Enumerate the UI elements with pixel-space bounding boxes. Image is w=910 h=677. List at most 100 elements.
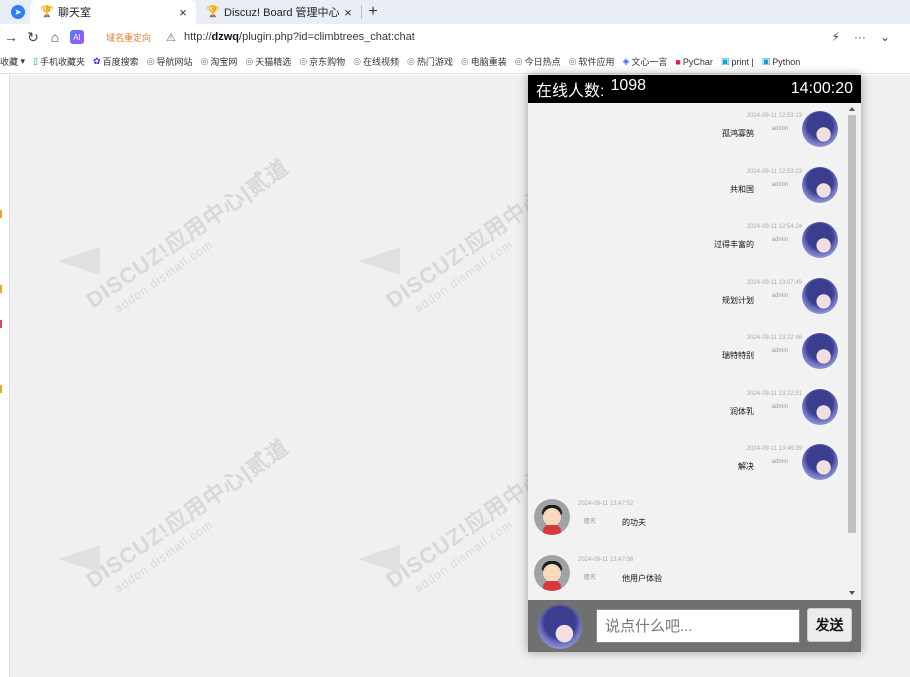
clock: 14:00:20: [790, 80, 853, 97]
message-item: 2024-09-11 12:53:23 admin 共和国: [528, 163, 846, 211]
bookmark-item[interactable]: ▯ 手机收藏夹: [33, 55, 85, 68]
bookmark-item[interactable]: ▣ print |: [721, 56, 754, 67]
baidu-icon: ✿: [93, 56, 101, 66]
bookmark-item[interactable]: ◎ 软件应用: [569, 55, 615, 68]
globe-icon: ◎: [146, 56, 155, 66]
tab-label: 聊天室: [58, 7, 91, 19]
bookmark-item[interactable]: ◈ 文心一言: [622, 55, 667, 68]
bookmark-item[interactable]: ◎ 在线视频: [353, 55, 399, 68]
forward-arrow-icon[interactable]: →: [0, 29, 22, 45]
message-user: 匿名: [584, 575, 597, 581]
watermark-arrow: [58, 247, 100, 275]
message-text: 共和国: [730, 185, 754, 194]
message-item: 2024-09-11 13:47:56 匿名 他用户体验: [528, 551, 846, 599]
close-icon[interactable]: ×: [176, 5, 190, 20]
phone-icon: ▯: [33, 56, 38, 66]
watermark-arrow: [58, 545, 100, 573]
bookmark-item[interactable]: ▣ Python: [762, 56, 801, 67]
chat-window: 在线人数: 1098 14:00:20 2024-09-11 12:53:13 a…: [528, 75, 861, 652]
scroll-down-arrow-icon[interactable]: [849, 591, 855, 595]
bookmark-item[interactable]: ◎ 淘宝网: [200, 55, 237, 68]
reload-icon[interactable]: ↻: [22, 29, 44, 46]
browser-app-icon[interactable]: ➤: [6, 0, 30, 24]
globe-icon: ◎: [245, 56, 254, 66]
watermark-arrow: [358, 247, 400, 275]
message-text: 过得丰富的: [714, 240, 754, 249]
ai-icon[interactable]: AI: [70, 30, 84, 44]
bookmark-item[interactable]: ◎ 今日热点: [515, 55, 561, 68]
bookmark-item[interactable]: ◎ 热门游戏: [407, 55, 453, 68]
message-text: 瑞特特别: [722, 351, 754, 360]
globe-icon: ◎: [460, 56, 469, 66]
chevron-down-icon[interactable]: ⌄: [880, 30, 890, 44]
my-avatar[interactable]: [538, 605, 582, 649]
pycharm-icon: ■: [675, 56, 681, 67]
avatar[interactable]: [802, 278, 838, 314]
more-icon[interactable]: ···: [854, 30, 866, 44]
chat-header: 在线人数: 1098 14:00:20: [528, 75, 861, 103]
bookmark-item[interactable]: ■ PyChar: [675, 57, 712, 67]
avatar[interactable]: [534, 555, 570, 591]
bookmark-item[interactable]: ◎ 天猫精选: [245, 55, 291, 68]
wenxin-icon: ◈: [622, 56, 630, 66]
message-item: 2024-09-11 13:46:39 admin 解决: [528, 440, 846, 488]
message-input[interactable]: [596, 609, 800, 643]
scroll-up-arrow-icon[interactable]: [849, 107, 855, 111]
message-text: 他用户体验: [622, 574, 662, 583]
message-item: 2024-09-11 12:53:13 admin 孤鸿寡鹄: [528, 107, 846, 155]
trophy-icon: 🏆: [206, 6, 220, 18]
message-text: 解决: [738, 462, 754, 471]
tab-label: Discuz! Board 管理中心: [224, 7, 340, 19]
message-user: admin: [771, 459, 788, 465]
message-text: 的功夫: [622, 518, 646, 527]
message-user: admin: [771, 348, 788, 354]
message-text: 润体乳: [730, 407, 754, 416]
message-time: 2024-09-11 13:47:52: [578, 501, 634, 507]
chat-input-bar: 发送: [528, 600, 861, 652]
send-button[interactable]: 发送: [807, 608, 852, 642]
message-time: 2024-09-11 13:47:56: [578, 557, 634, 563]
message-user: admin: [771, 237, 788, 243]
avatar[interactable]: [802, 444, 838, 480]
home-icon[interactable]: ⌂: [44, 29, 66, 45]
message-item: 2024-09-11 13:22:46 admin 瑞特特别: [528, 329, 846, 377]
message-time: 2024-09-11 13:07:49: [746, 280, 802, 286]
url-field[interactable]: http://dzwq/plugin.php?id=climbtrees_cha…: [184, 31, 415, 43]
edge-marker: [0, 385, 2, 393]
redirect-label[interactable]: 域名重定向: [106, 31, 162, 44]
globe-icon: ◎: [514, 56, 523, 66]
bookmark-item[interactable]: 收藏 ▾: [0, 55, 25, 68]
scroll-thumb[interactable]: [848, 115, 856, 533]
close-icon[interactable]: ×: [341, 5, 355, 20]
globe-icon: ◎: [299, 56, 308, 66]
bookmark-item[interactable]: ◎ 电脑重装: [461, 55, 507, 68]
bilibili-icon: ▣: [720, 56, 730, 66]
message-item: 2024-09-11 12:54:24 admin 过得丰富的: [528, 218, 846, 266]
avatar[interactable]: [802, 389, 838, 425]
edge-marker: [0, 210, 2, 218]
trophy-icon: 🏆: [40, 6, 54, 18]
not-secure-icon[interactable]: ⚠: [166, 31, 180, 44]
avatar[interactable]: [802, 111, 838, 147]
new-tab-plus-icon[interactable]: +: [362, 3, 384, 21]
chat-scrollbar[interactable]: [846, 103, 858, 599]
bookmark-item[interactable]: ◎ 导航网站: [147, 55, 193, 68]
avatar[interactable]: [802, 222, 838, 258]
avatar[interactable]: [802, 333, 838, 369]
bookmark-item[interactable]: ✿ 百度搜索: [93, 55, 139, 68]
message-time: 2024-09-11 13:22:46: [746, 335, 802, 341]
avatar[interactable]: [534, 499, 570, 535]
message-user: 匿名: [584, 519, 597, 525]
message-item: 2024-09-11 13:22:51 admin 润体乳: [528, 385, 846, 433]
edge-marker: [0, 320, 2, 328]
message-item: 2024-09-11 13:07:49 admin 规划计划: [528, 274, 846, 322]
bookmark-item[interactable]: ◎ 京东购物: [299, 55, 345, 68]
lightning-icon[interactable]: ⚡: [832, 30, 840, 44]
avatar[interactable]: [802, 167, 838, 203]
message-list[interactable]: 2024-09-11 12:53:13 admin 孤鸿寡鹄 2024-09-1…: [528, 103, 861, 599]
tab-chat-room[interactable]: 🏆 聊天室 ×: [30, 0, 196, 24]
globe-icon: ◎: [406, 56, 415, 66]
tab-admin-center[interactable]: 🏆 Discuz! Board 管理中心 ×: [196, 0, 361, 24]
message-user: admin: [771, 293, 788, 299]
watermark: DISCUZ!应用中心|贰道 addon.dismall.com: [81, 434, 294, 596]
